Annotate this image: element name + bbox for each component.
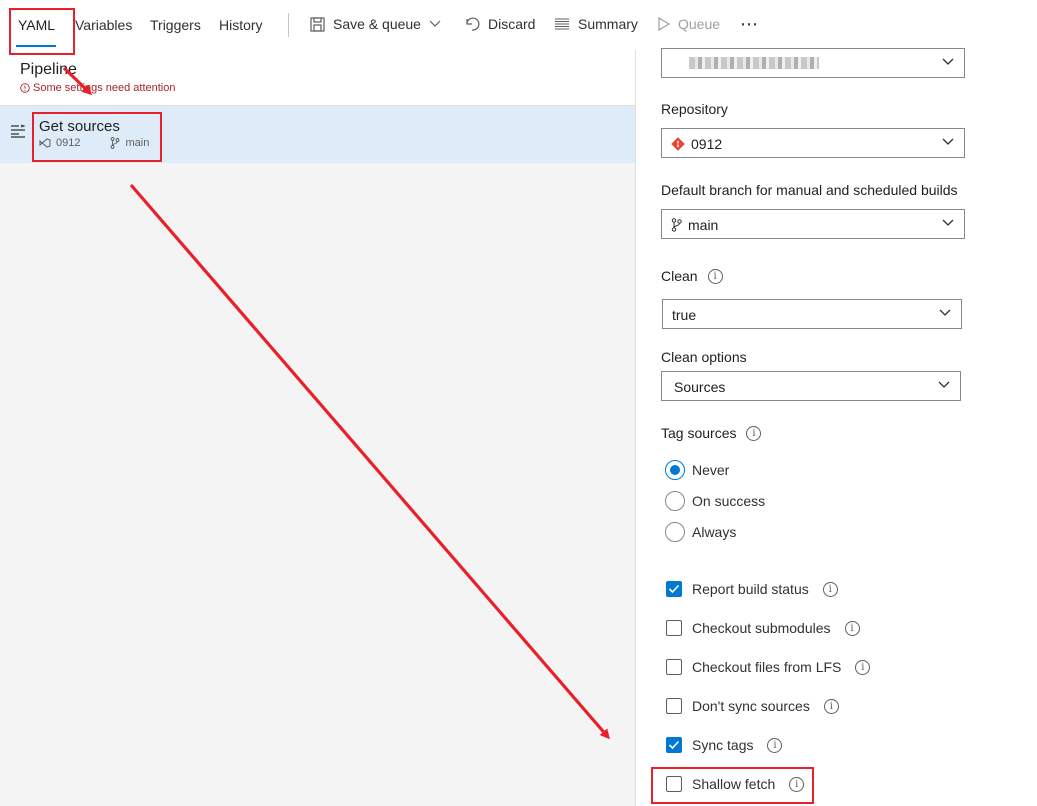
save-queue-button[interactable]: Save & queue [310, 16, 441, 32]
save-icon [310, 16, 325, 32]
queue-label: Queue [678, 16, 721, 32]
checkbox-unchecked[interactable] [666, 620, 682, 636]
chevron-down-icon [938, 381, 950, 388]
checkbox-label: Checkout submodules [692, 620, 831, 636]
get-sources-settings-pane: Repository 0912 Default branch for manua… [636, 48, 1037, 806]
play-icon [658, 17, 670, 31]
clean-dropdown[interactable]: true [662, 299, 962, 329]
chevron-down-icon [942, 138, 954, 145]
annotation-box-yaml [9, 8, 75, 55]
tag-option-label: Never [692, 462, 730, 478]
report-build-status-option[interactable]: Report build status i [666, 581, 838, 597]
branch-icon [671, 218, 682, 232]
checkout-submodules-option[interactable]: Checkout submodules i [666, 620, 860, 636]
tab-variables[interactable]: Variables [75, 17, 132, 33]
annotation-box-shallow-fetch [651, 767, 814, 804]
tag-option-never[interactable]: Never [665, 460, 729, 480]
annotation-box-get-sources [32, 112, 162, 162]
sync-tags-option[interactable]: Sync tags i [666, 737, 783, 753]
pipeline-tasks-pane: Pipeline Some settings need attention Ge… [0, 50, 635, 806]
top-toolbar: YAML Variables Triggers History Save & q… [0, 0, 1037, 50]
list-icon [555, 18, 569, 30]
undo-icon [466, 17, 480, 31]
save-queue-label: Save & queue [333, 16, 421, 32]
checkbox-checked[interactable] [666, 737, 682, 753]
info-icon[interactable]: i [844, 620, 860, 636]
default-branch-label: Default branch for manual and scheduled … [661, 182, 958, 198]
discard-button[interactable]: Discard [464, 16, 535, 32]
queue-button[interactable]: Queue [658, 16, 720, 32]
checkbox-label: Report build status [692, 581, 809, 597]
git-icon [671, 137, 685, 151]
chevron-down-icon [429, 20, 441, 27]
tab-history[interactable]: History [219, 17, 263, 33]
task-list-icon [11, 124, 26, 138]
info-icon[interactable]: i [823, 698, 839, 714]
source-type-dropdown[interactable] [661, 48, 965, 78]
repository-name: 0912 [691, 136, 723, 152]
clean-options-label: Clean options [661, 349, 747, 365]
tag-option-always[interactable]: Always [665, 522, 736, 542]
repository-dropdown[interactable]: 0912 [661, 128, 965, 158]
info-icon[interactable]: i [822, 581, 838, 597]
checkbox-unchecked[interactable] [666, 659, 682, 675]
radio-selected[interactable] [665, 460, 685, 480]
dont-sync-sources-option[interactable]: Don't sync sources i [666, 698, 839, 714]
clean-options-value: Sources [674, 379, 726, 395]
chevron-down-icon [942, 58, 954, 65]
checkbox-unchecked[interactable] [666, 698, 682, 714]
repository-label: Repository [661, 101, 728, 117]
warning-icon [20, 83, 30, 93]
tag-option-label: Always [692, 524, 737, 540]
checkmark-icon [668, 740, 680, 750]
radio-unselected[interactable] [665, 522, 685, 542]
warning-text: Some settings need attention [33, 82, 176, 94]
clean-label: Clean i [661, 268, 723, 284]
checkbox-label: Don't sync sources [692, 698, 810, 714]
tag-option-label: On success [692, 493, 766, 509]
checkmark-icon [668, 584, 680, 594]
info-icon[interactable]: i [855, 659, 871, 675]
checkout-lfs-option[interactable]: Checkout files from LFS i [666, 659, 871, 675]
default-branch-name: main [688, 217, 719, 233]
chevron-down-icon [942, 219, 954, 226]
checkbox-checked[interactable] [666, 581, 682, 597]
clean-label-text: Clean [661, 268, 698, 284]
toolbar-separator [288, 13, 289, 37]
default-branch-dropdown[interactable]: main [661, 209, 965, 239]
chevron-down-icon [939, 309, 951, 316]
pipeline-title: Pipeline [20, 61, 77, 78]
pipeline-warning: Some settings need attention [20, 82, 175, 94]
tab-triggers[interactable]: Triggers [150, 17, 201, 33]
repository-value: 0912 [671, 136, 722, 152]
summary-button[interactable]: Summary [554, 16, 638, 32]
more-actions-button[interactable]: ⋯ [740, 14, 758, 35]
tag-option-on-success[interactable]: On success [665, 491, 765, 511]
discard-label: Discard [488, 16, 536, 32]
info-icon[interactable]: i [767, 737, 783, 753]
info-icon[interactable]: i [707, 268, 723, 284]
info-icon[interactable]: i [746, 425, 762, 441]
tag-sources-text: Tag sources [661, 425, 737, 441]
clean-options-dropdown[interactable]: Sources [661, 371, 961, 401]
radio-unselected[interactable] [665, 491, 685, 511]
clean-value: true [672, 307, 697, 323]
more-icon: ⋯ [740, 14, 758, 34]
default-branch-value: main [671, 217, 718, 233]
checkbox-label: Checkout files from LFS [692, 659, 842, 675]
checkbox-label: Sync tags [692, 737, 754, 753]
pipeline-header[interactable]: Pipeline Some settings need attention [0, 50, 635, 106]
tag-sources-label: Tag sources i [661, 425, 762, 441]
redacted-value [689, 57, 819, 69]
summary-label: Summary [578, 16, 638, 32]
